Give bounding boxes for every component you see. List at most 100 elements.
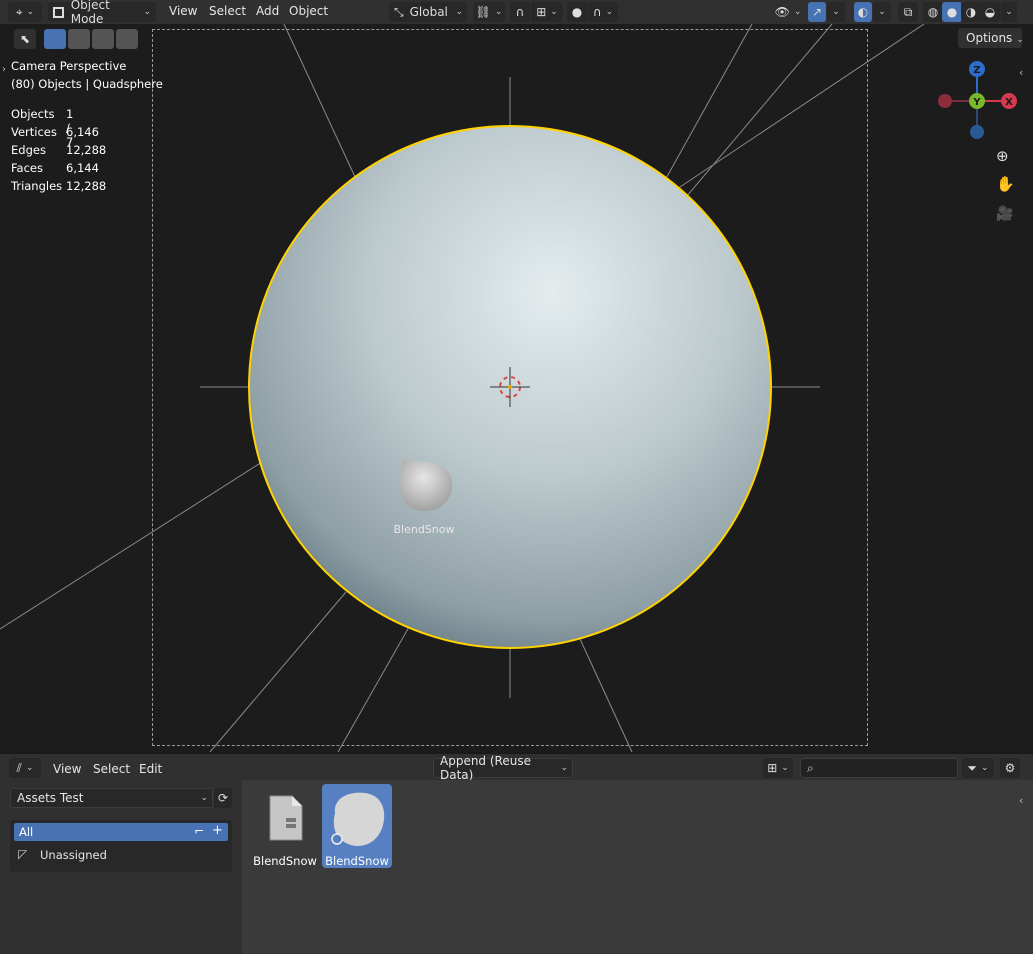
- display-mode-dropdown[interactable]: ⊞ ⌄: [763, 758, 793, 778]
- shading-solid-button[interactable]: ●: [942, 2, 962, 22]
- gear-icon: ⚙: [1004, 761, 1016, 775]
- proportional-edit-toggle[interactable]: ●: [567, 2, 587, 22]
- xray-icon: ⧉: [903, 4, 913, 19]
- stat-objects: Objects 1 / 7: [11, 107, 74, 149]
- menu-select[interactable]: Select: [209, 4, 246, 18]
- axis-icon: ⌖: [15, 4, 23, 19]
- select-tool-button[interactable]: ⬉: [14, 29, 36, 49]
- unassigned-catalog-icon: ◸: [18, 847, 28, 861]
- fb-menu-edit[interactable]: Edit: [139, 762, 162, 776]
- region-expand-icon[interactable]: ‹: [1019, 794, 1023, 807]
- falloff-curve-icon: ∩: [592, 5, 602, 19]
- overlays-toggle[interactable]: ◐: [854, 2, 872, 22]
- select-extend-button[interactable]: [68, 29, 90, 49]
- gizmo-toggle[interactable]: ↗: [808, 2, 826, 22]
- overlays-dropdown[interactable]: ⌄: [873, 2, 891, 22]
- asset-tile-selected[interactable]: BlendSnow: [322, 784, 392, 868]
- catalog-unassigned-label: Unassigned: [40, 848, 107, 862]
- select-invert-button[interactable]: [116, 29, 138, 49]
- snowball-preview-icon: [331, 792, 385, 847]
- catalog-folder-icon[interactable]: ⌐: [194, 824, 204, 838]
- object-mode-icon: [53, 6, 64, 18]
- stat-vertices: Vertices 6,146: [11, 125, 99, 139]
- import-method-label: Append (Reuse Data): [440, 754, 531, 782]
- menu-add[interactable]: Add: [256, 4, 279, 18]
- camera-view-icon[interactable]: 🎥: [996, 206, 1013, 222]
- transform-orientation-dropdown[interactable]: ⤡ Global ⌄: [389, 2, 467, 22]
- navigation-gizmo[interactable]: Z X Y: [930, 58, 1024, 144]
- xray-toggle[interactable]: ⧉: [898, 2, 918, 22]
- stat-edges: Edges 12,288: [11, 143, 107, 157]
- gizmo-icon: ↗: [811, 5, 823, 19]
- viewport-header: ⌖ ⌄ Object Mode ⌄ View Select Add Object …: [0, 0, 1033, 26]
- hand-pan-icon[interactable]: ✋: [996, 175, 1015, 193]
- asset-browser-icon: ⫽: [16, 760, 22, 775]
- add-catalog-icon[interactable]: +: [212, 823, 223, 838]
- import-method-dropdown[interactable]: Append (Reuse Data) ⌄: [433, 754, 573, 782]
- select-mode-group: [44, 29, 141, 49]
- pivot-point-dropdown[interactable]: ⛓ ⌄: [473, 2, 505, 22]
- refresh-icon: ⟳: [217, 791, 229, 805]
- options-dropdown[interactable]: Options ⌄: [958, 28, 1024, 48]
- select-new-button[interactable]: [44, 29, 66, 49]
- catalog-item-unassigned[interactable]: ◸ Unassigned: [14, 846, 228, 864]
- catalog-tree: All ⌐ + ◸ Unassigned: [10, 820, 232, 872]
- snap-toggle[interactable]: ∩: [510, 2, 530, 22]
- overlays-icon: ◐: [857, 5, 869, 19]
- shading-dropdown[interactable]: ⌄: [1001, 2, 1017, 22]
- filter-dropdown[interactable]: ⏷ ⌄: [962, 758, 994, 778]
- editor-type-button[interactable]: ⌖ ⌄: [8, 2, 42, 22]
- asset-label: BlendSnow: [253, 854, 317, 868]
- zoom-icon[interactable]: ⊕: [996, 147, 1009, 165]
- menu-object[interactable]: Object: [289, 4, 328, 18]
- 3d-viewport[interactable]: ⬉ › Camera Perspective (80) Objects | Qu…: [0, 24, 1033, 752]
- asset-tile[interactable]: BlendSnow: [250, 784, 320, 868]
- menu-view[interactable]: View: [169, 4, 197, 18]
- fb-menu-select[interactable]: Select: [93, 762, 130, 776]
- blend-file-icon: [269, 795, 303, 841]
- orientation-icon: ⤡: [394, 4, 404, 19]
- select-subtract-button[interactable]: [92, 29, 114, 49]
- search-icon: ⌕: [807, 760, 814, 775]
- asset-library-label: Assets Test: [17, 791, 84, 805]
- toolbar-expand-icon[interactable]: ›: [2, 64, 6, 75]
- object-info-label: (80) Objects | Quadsphere: [11, 77, 163, 91]
- grid-icon: ⊞: [767, 761, 778, 775]
- asset-grid: BlendSnow BlendSnow ‹: [242, 780, 1033, 954]
- camera-frame: [152, 29, 868, 746]
- falloff-dropdown[interactable]: ∩ ⌄: [588, 2, 618, 22]
- visibility-dropdown[interactable]: 👁 ⌄: [772, 2, 804, 22]
- gizmo-y-label: Y: [972, 97, 981, 108]
- filter-icon: ⏷: [967, 760, 978, 775]
- options-label: Options: [966, 31, 1013, 45]
- snap-target-dropdown[interactable]: ⊞ ⌄: [531, 2, 563, 22]
- rendered-sphere-icon: ◒: [984, 5, 996, 19]
- gizmo-z-label: Z: [973, 65, 980, 76]
- asset-browser-header: ⫽ ⌄ View Select Edit Append (Reuse Data) ⌄…: [0, 752, 1033, 782]
- shading-material-button[interactable]: ◑: [961, 2, 981, 22]
- gizmo-dropdown[interactable]: ⌄: [827, 2, 845, 22]
- shading-wireframe-button[interactable]: ◍: [923, 2, 943, 22]
- mode-dropdown[interactable]: Object Mode ⌄: [48, 0, 156, 26]
- asset-library-dropdown[interactable]: Assets Test ⌄: [10, 788, 213, 808]
- stat-triangles: Triangles 12,288: [11, 179, 107, 193]
- shading-rendered-button[interactable]: ◒: [980, 2, 1000, 22]
- gizmo-neg-z-axis[interactable]: [970, 125, 984, 139]
- search-input[interactable]: ⌕: [800, 758, 958, 778]
- gizmo-neg-x-axis[interactable]: [938, 94, 952, 108]
- drag-asset-label: BlendSnow: [393, 523, 455, 536]
- asset-label-selected: BlendSnow: [325, 854, 389, 868]
- material-sphere-icon: ◑: [965, 5, 977, 19]
- camera-label: Camera Perspective: [11, 59, 127, 73]
- refresh-library-button[interactable]: ⟳: [214, 788, 232, 808]
- eye-icon: 👁: [774, 5, 790, 19]
- wireframe-sphere-icon: ◍: [927, 5, 939, 19]
- settings-button[interactable]: ⚙: [1000, 758, 1020, 778]
- proportional-edit-icon: ●: [571, 5, 583, 19]
- link-icon: ⛓: [475, 5, 491, 19]
- asset-catalog-sidebar: Assets Test ⌄ ⟳ All ⌐ + ◸ Unassigned: [0, 780, 242, 954]
- fb-menu-view[interactable]: View: [53, 762, 81, 776]
- catalog-item-all[interactable]: All ⌐ +: [14, 823, 228, 841]
- editor-type-button-assets[interactable]: ⫽ ⌄: [9, 758, 41, 778]
- gizmo-x-label: X: [1005, 97, 1013, 108]
